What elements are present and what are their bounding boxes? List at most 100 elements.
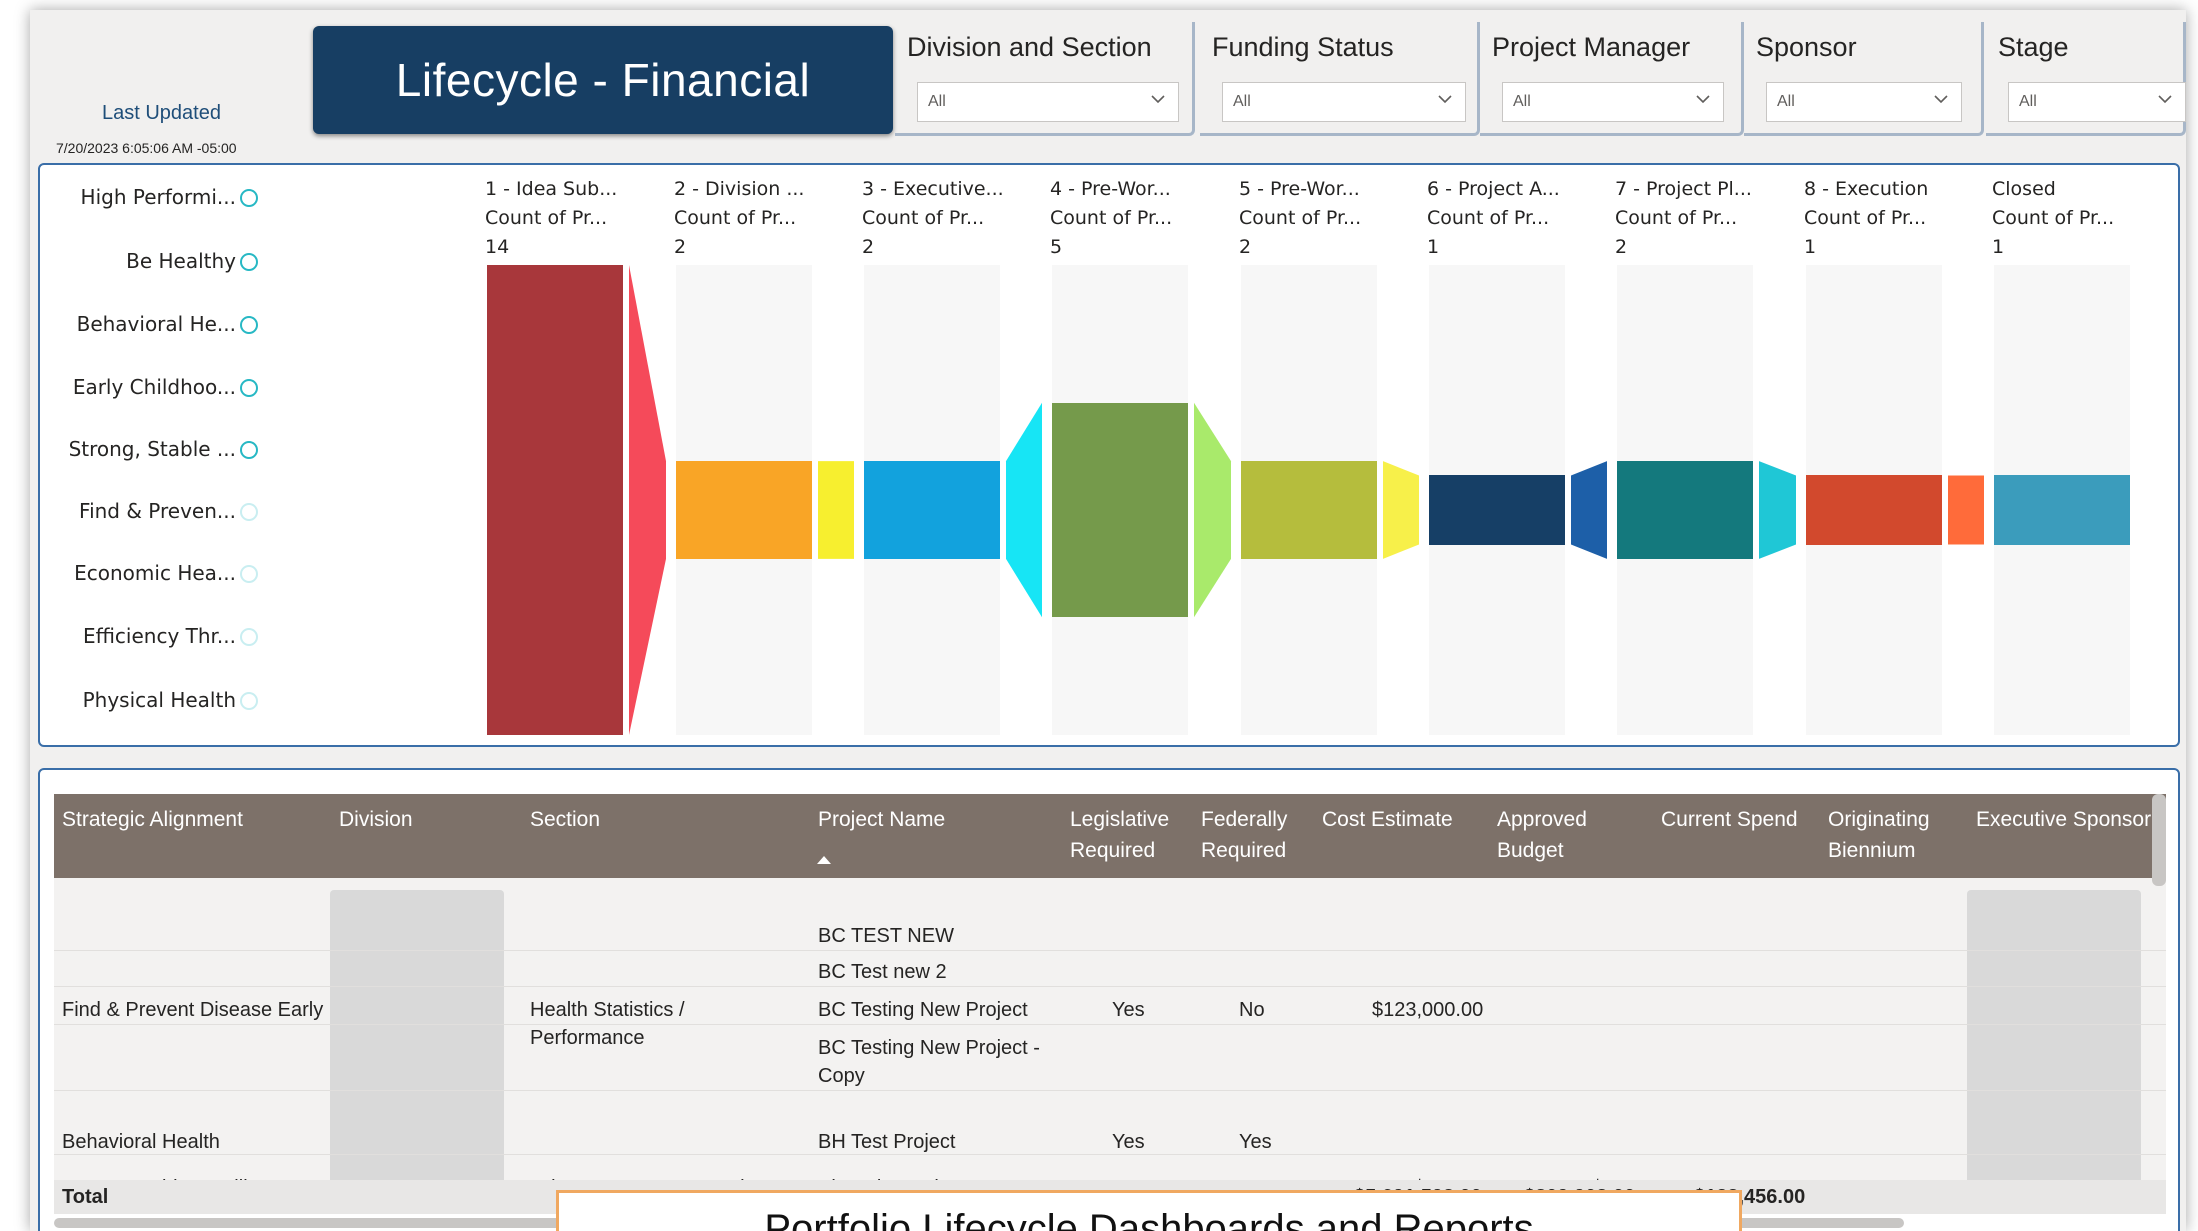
stage-count-value: 1 bbox=[1804, 236, 1817, 258]
stage-label: 8 - Execution bbox=[1804, 178, 1929, 200]
legend-radio-icon[interactable] bbox=[240, 628, 258, 646]
stage-bar[interactable] bbox=[864, 461, 1000, 559]
column-header-executive-sponsor[interactable]: Executive Sponsor bbox=[1976, 804, 2151, 835]
stage-bar[interactable] bbox=[1241, 461, 1377, 559]
column-header-section[interactable]: Section bbox=[530, 804, 600, 835]
column-header-current-spend[interactable]: Current Spend bbox=[1661, 804, 1798, 835]
legend-radio-icon[interactable] bbox=[240, 565, 258, 583]
stage-count-value: 2 bbox=[674, 236, 687, 258]
report-title-banner: Lifecycle - Financial bbox=[313, 26, 893, 134]
stage-label: 3 - Executive... bbox=[862, 178, 1004, 200]
legend-item-label[interactable]: Efficiency Thr... bbox=[83, 624, 236, 648]
federally-required-cell: No bbox=[1239, 999, 1265, 1021]
slicer-label: Stage bbox=[1998, 32, 2069, 62]
legend-radio-icon[interactable] bbox=[240, 316, 258, 334]
project-table-panel: Strategic Alignment Division Section Pro… bbox=[38, 768, 2180, 1231]
slicer-dropdown[interactable]: All bbox=[1222, 82, 1466, 122]
column-header-strategic-alignment[interactable]: Strategic Alignment bbox=[62, 804, 243, 835]
legend-item-label[interactable]: Economic Hea... bbox=[74, 561, 236, 585]
column-header-project-name[interactable]: Project Name bbox=[818, 804, 945, 835]
column-header-originating-biennium[interactable]: Originating Biennium bbox=[1828, 804, 1948, 866]
row-divider bbox=[54, 1090, 2166, 1091]
row-divider bbox=[54, 950, 2166, 951]
stage-measure-label: Count of Pr... bbox=[485, 207, 608, 229]
legend-item-label[interactable]: Be Healthy bbox=[126, 249, 236, 273]
legend-radio-icon[interactable] bbox=[240, 379, 258, 397]
federally-required-cell: Yes bbox=[1239, 1131, 1272, 1153]
slicer-label: Funding Status bbox=[1212, 32, 1394, 62]
column-header-approved-budget[interactable]: Approved Budget bbox=[1497, 804, 1607, 866]
stage-label: 7 - Project Pl... bbox=[1615, 178, 1752, 200]
project-name-cell[interactable]: BC Testing New Project bbox=[818, 996, 1028, 1024]
stage-bar[interactable] bbox=[676, 461, 812, 559]
slicer-dropdown[interactable]: All bbox=[1502, 82, 1724, 122]
table-header: Strategic Alignment Division Section Pro… bbox=[54, 794, 2166, 878]
stage-measure-label: Count of Pr... bbox=[1239, 207, 1362, 229]
legend-item-label[interactable]: Behavioral He... bbox=[77, 312, 236, 336]
slicer-sponsor: Sponsor All bbox=[1744, 22, 1984, 136]
project-name-cell[interactable]: BH Test Project bbox=[818, 1128, 955, 1156]
vertical-scrollbar[interactable] bbox=[2152, 794, 2166, 886]
chevron-down-icon bbox=[1438, 95, 1452, 104]
slicer-dropdown[interactable]: All bbox=[2008, 82, 2186, 122]
stage-bar[interactable] bbox=[1806, 475, 1942, 545]
column-header-federally-required[interactable]: Federally Required bbox=[1201, 804, 1301, 866]
stage-label: 4 - Pre-Wor... bbox=[1050, 178, 1171, 200]
row-divider bbox=[54, 1154, 2166, 1155]
stage-measure-label: Count of Pr... bbox=[1615, 207, 1738, 229]
stage-bar[interactable] bbox=[1617, 461, 1753, 559]
column-header-division[interactable]: Division bbox=[339, 804, 413, 835]
row-divider bbox=[54, 986, 2166, 987]
stage-connector bbox=[1759, 461, 1796, 559]
stage-connector bbox=[818, 461, 854, 559]
stage-connector bbox=[1383, 461, 1419, 559]
stage-bar[interactable] bbox=[1429, 475, 1565, 545]
table-body: BC TEST NEW BC Test new 2 Find & Prevent… bbox=[54, 878, 2166, 1214]
legend-item-label[interactable]: Find & Preven... bbox=[79, 499, 236, 523]
stage-connector bbox=[1006, 402, 1042, 618]
legend-item-label[interactable]: Strong, Stable ... bbox=[69, 437, 236, 461]
stage-count-value: 1 bbox=[1427, 236, 1440, 258]
legend-radio-icon[interactable] bbox=[240, 692, 258, 710]
slicer-dropdown[interactable]: All bbox=[1766, 82, 1962, 122]
column-header-legislative-required[interactable]: Legislative Required bbox=[1070, 804, 1180, 866]
legislative-required-cell: Yes bbox=[1112, 1131, 1145, 1153]
slicer-value: All bbox=[1233, 93, 1251, 110]
stage-measure-label: Count of Pr... bbox=[1427, 207, 1550, 229]
slicer-funding-status: Funding Status All bbox=[1200, 22, 1480, 136]
stage-count-value: 2 bbox=[862, 236, 875, 258]
slicer-division-section: Division and Section All bbox=[895, 22, 1195, 136]
sort-ascending-icon[interactable] bbox=[817, 856, 831, 864]
strategic-alignment-cell: Behavioral Health bbox=[62, 1131, 220, 1153]
slicer-label: Project Manager bbox=[1492, 32, 1691, 62]
slicer-value: All bbox=[2019, 93, 2037, 110]
chevron-down-icon bbox=[1696, 95, 1710, 104]
legend-radio-icon[interactable] bbox=[240, 441, 258, 459]
legend-item-label[interactable]: High Performi... bbox=[81, 185, 236, 209]
row-divider bbox=[54, 1024, 2166, 1025]
stage-connector bbox=[1194, 402, 1231, 618]
stage-label: Closed bbox=[1992, 178, 2056, 200]
stage-bar[interactable] bbox=[1052, 402, 1188, 618]
slicer-stage: Stage All bbox=[1986, 22, 2186, 136]
slicer-label: Sponsor bbox=[1756, 32, 1857, 62]
legend-radio-icon[interactable] bbox=[240, 503, 258, 521]
legend-item-label[interactable]: Physical Health bbox=[83, 688, 236, 712]
legend-radio-icon[interactable] bbox=[240, 253, 258, 271]
stage-count-value: 5 bbox=[1050, 236, 1063, 258]
project-name-cell[interactable]: BC Test new 2 bbox=[818, 958, 947, 986]
report-title: Lifecycle - Financial bbox=[395, 54, 811, 106]
slicer-value: All bbox=[928, 93, 946, 110]
legend-radio-icon[interactable] bbox=[240, 189, 258, 207]
legend-item-label[interactable]: Early Childhoo... bbox=[73, 375, 236, 399]
column-header-cost-estimate[interactable]: Cost Estimate bbox=[1322, 804, 1453, 835]
stage-label: 6 - Project A... bbox=[1427, 178, 1560, 200]
stage-bar[interactable] bbox=[1994, 475, 2130, 545]
project-name-cell[interactable]: BC TEST NEW bbox=[818, 922, 954, 950]
division-cell-merged bbox=[330, 890, 504, 1188]
legislative-required-cell: Yes bbox=[1112, 999, 1145, 1021]
project-name-cell[interactable]: BC Testing New Project - Copy bbox=[818, 1034, 1062, 1090]
stage-bar[interactable] bbox=[487, 265, 623, 735]
stage-measure-label: Count of Pr... bbox=[1992, 207, 2115, 229]
slicer-dropdown[interactable]: All bbox=[917, 82, 1179, 122]
